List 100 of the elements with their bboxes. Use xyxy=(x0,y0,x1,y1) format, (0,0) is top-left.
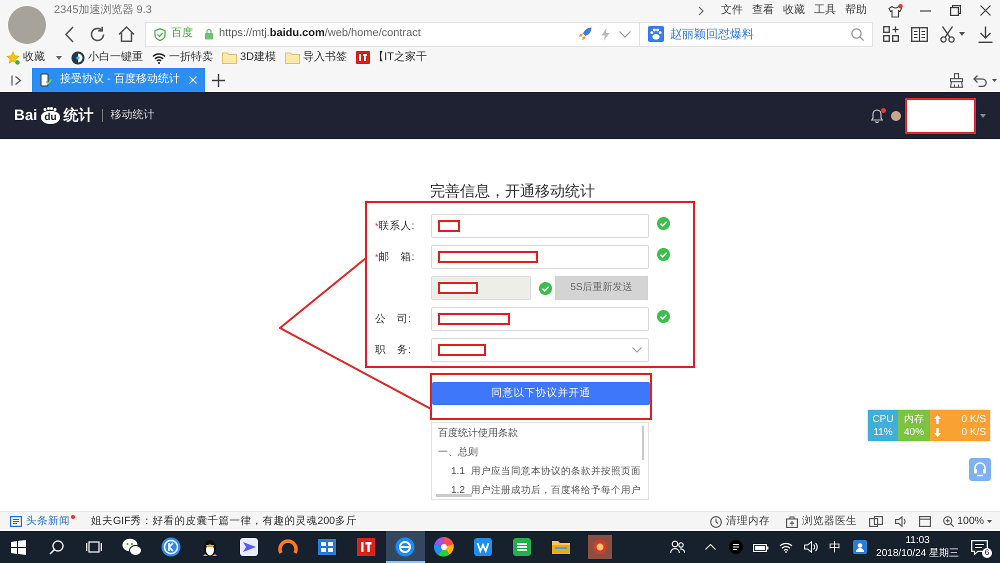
folder-icon xyxy=(222,52,237,64)
refresh-icon[interactable] xyxy=(89,26,106,42)
clause-text: 用户注册成功后，百度将给予每个用户 xyxy=(470,485,641,496)
logo-paw-mark: du xyxy=(41,111,60,124)
bookmark-link[interactable]: 小白一键重 xyxy=(88,50,143,64)
sidebar-toggle-icon[interactable] xyxy=(10,74,22,86)
menu-item[interactable]: 文件 xyxy=(721,4,743,18)
windows-logo-icon[interactable] xyxy=(11,540,26,554)
circle-logo-icon xyxy=(161,537,181,557)
news-headline[interactable]: 姐夫GIF秀：好看的皮囊千篇一律，有趣的灵魂200多斤 xyxy=(91,515,358,528)
user-avatar[interactable] xyxy=(891,110,901,120)
chevron-right-icon[interactable] xyxy=(698,6,705,16)
input-field[interactable] xyxy=(431,214,649,238)
status-action[interactable]: 浏览器医生 xyxy=(802,515,858,528)
phone-page-icon xyxy=(40,73,52,87)
clock-time[interactable]: 11:03 xyxy=(905,534,930,547)
section-title: 移动统计 xyxy=(110,108,155,122)
taskbar-app[interactable] xyxy=(386,531,424,563)
home-icon[interactable] xyxy=(118,26,135,42)
input-field[interactable] xyxy=(431,307,649,331)
task-view-icon[interactable] xyxy=(86,540,102,554)
emblem-tile-icon xyxy=(588,535,612,559)
caret-down-icon[interactable] xyxy=(987,520,992,523)
address-bar[interactable]: 百度 https://mtj.baidu.com/web/home/contract xyxy=(145,22,640,46)
notification-icon[interactable] xyxy=(971,540,988,554)
scissors-icon[interactable] xyxy=(940,26,954,42)
logo-text: Bai xyxy=(14,106,38,124)
code-field[interactable] xyxy=(431,276,531,300)
shirt-icon[interactable] xyxy=(888,4,902,18)
menu-item[interactable]: 查看 xyxy=(752,4,774,18)
select-field[interactable] xyxy=(431,338,649,362)
input-method-indicator[interactable]: 中 xyxy=(829,540,842,554)
double-window-icon[interactable] xyxy=(869,516,884,527)
zoom-in-icon[interactable] xyxy=(943,516,954,527)
speaker-icon[interactable] xyxy=(804,541,818,553)
broom-icon[interactable] xyxy=(948,72,964,88)
clock-date[interactable]: 2018/10/24 星期三 xyxy=(876,547,959,560)
scrollbar-thumb[interactable] xyxy=(436,494,472,497)
menu-item[interactable]: 帮助 xyxy=(845,4,867,18)
restore-icon[interactable] xyxy=(950,5,960,16)
bookmark-link[interactable]: 【IT之家干 xyxy=(373,50,427,64)
apps-grid-icon[interactable] xyxy=(883,26,899,42)
scrollbar-thumb[interactable] xyxy=(642,426,644,460)
cpu-usage: 11% xyxy=(873,426,893,438)
clock-icon[interactable] xyxy=(710,516,722,528)
wifi-icon xyxy=(152,52,166,64)
bookmark-folder[interactable]: 导入书签 xyxy=(303,50,348,64)
lock-icon xyxy=(204,28,214,40)
paw-icon xyxy=(648,26,664,42)
plus-icon[interactable] xyxy=(212,74,224,86)
undo-icon[interactable] xyxy=(973,74,988,86)
upload-speed: 0 K/S xyxy=(962,412,986,426)
shield-check-icon xyxy=(154,28,166,40)
speaker-icon[interactable] xyxy=(895,516,908,527)
caret-down-icon[interactable] xyxy=(56,56,62,60)
url-text: https://mtj.baidu.com/web/home/contract xyxy=(219,27,421,41)
field-label: 公 司: xyxy=(375,312,412,326)
hot-search-link[interactable]: 赵丽颖回怼爆料 xyxy=(670,26,754,42)
book-icon[interactable] xyxy=(910,26,928,42)
menu-item[interactable]: 收藏 xyxy=(783,4,805,18)
medical-kit-icon[interactable] xyxy=(786,516,798,528)
wifi-signal-icon[interactable] xyxy=(778,541,793,553)
caret-up-icon[interactable] xyxy=(705,544,716,550)
star-icon[interactable] xyxy=(6,50,20,64)
zoom-level[interactable]: 100% xyxy=(957,515,984,528)
news-label[interactable]: 头条新闻 xyxy=(26,515,70,528)
download-icon[interactable] xyxy=(978,26,992,42)
rocket-icon[interactable] xyxy=(578,27,592,41)
battery-icon[interactable] xyxy=(752,542,769,552)
caret-down-icon[interactable] xyxy=(980,114,986,118)
folder-icon xyxy=(285,52,300,64)
chevron-down-icon[interactable] xyxy=(619,30,631,38)
status-action[interactable]: 清理内存 xyxy=(726,515,770,528)
input-field[interactable] xyxy=(431,245,649,269)
clause-text: 用户应当同意本协议的条款并按照页面 xyxy=(470,466,641,477)
agree-submit-button[interactable]: 同意以下协议并开通 xyxy=(432,382,650,405)
caret-down-icon[interactable] xyxy=(958,32,964,36)
search-icon[interactable] xyxy=(48,540,64,554)
paper-plane-icon xyxy=(239,537,259,557)
tile-logo-icon xyxy=(356,51,370,64)
news-icon[interactable] xyxy=(10,516,22,527)
window-icon[interactable] xyxy=(919,516,932,527)
bookmark-menu[interactable]: 收藏 xyxy=(23,50,45,64)
logo-product: 统计 xyxy=(64,106,94,124)
paw-toes-icon xyxy=(43,107,58,111)
search-field[interactable]: 赵丽颖回怼爆料 xyxy=(640,22,873,46)
memory-label: 内存 xyxy=(904,412,924,426)
color-wheel-icon xyxy=(434,537,454,557)
people-icon[interactable] xyxy=(670,540,686,554)
browser-logo-icon xyxy=(395,537,415,557)
field-label: *邮 箱: xyxy=(375,250,416,264)
menu-item[interactable]: 工具 xyxy=(814,4,836,18)
app-square-icon[interactable] xyxy=(852,540,867,554)
bookmark-folder[interactable]: 3D建模 xyxy=(240,50,276,64)
site-security-label: 百度 xyxy=(171,27,193,41)
bookmark-link[interactable]: 一折特卖 xyxy=(169,50,213,64)
round-app-icon[interactable] xyxy=(728,540,743,554)
bell-icon[interactable] xyxy=(871,108,883,122)
close-icon[interactable] xyxy=(980,5,990,16)
caret-down-icon[interactable] xyxy=(992,78,997,82)
